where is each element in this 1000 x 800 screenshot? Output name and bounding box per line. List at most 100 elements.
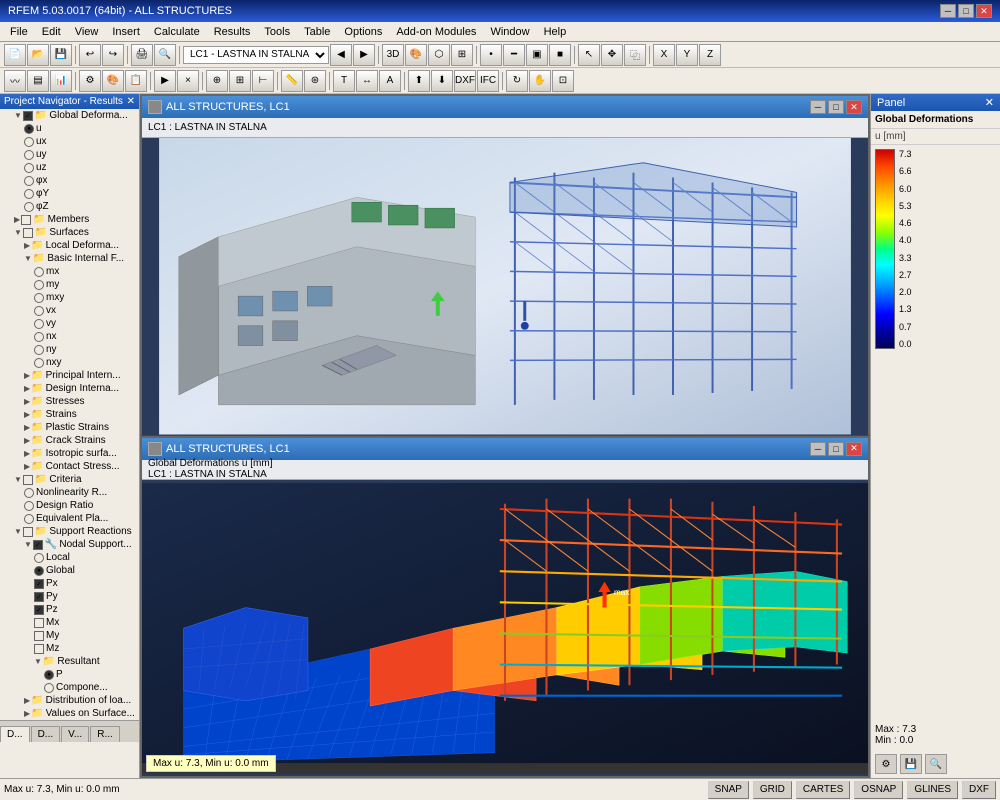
check-pz[interactable]: ✓ (34, 605, 44, 615)
tb-fit[interactable]: ⊡ (552, 70, 574, 92)
tb-member[interactable]: ━ (503, 44, 525, 66)
viewport-top-canvas[interactable] (142, 138, 868, 435)
tb-yview[interactable]: Y (676, 44, 698, 66)
check-criteria[interactable] (23, 475, 33, 485)
tb-text[interactable]: T (333, 70, 355, 92)
tb-settings[interactable]: ⚙ (79, 70, 101, 92)
check-py[interactable]: ✓ (34, 592, 44, 602)
viewport-bottom-canvas[interactable]: max Max u: 7.3, Min u: 0.0 mm (142, 480, 868, 777)
tb-anno[interactable]: A (379, 70, 401, 92)
tree-nxy[interactable]: nxy (0, 356, 139, 369)
tree-isotropic[interactable]: ▶ 📁 Isotropic surfa... (0, 447, 139, 460)
radio-my[interactable] (34, 280, 44, 290)
tb-grid2[interactable]: ⊞ (229, 70, 251, 92)
panel-save-btn[interactable]: 💾 (900, 754, 922, 774)
tb-ortho[interactable]: ⊢ (252, 70, 274, 92)
check-members[interactable] (21, 215, 31, 225)
tb-render[interactable]: 🎨 (405, 44, 427, 66)
tb-undo[interactable]: ↩ (79, 44, 101, 66)
menu-tools[interactable]: Tools (258, 24, 296, 40)
radio-ny[interactable] (34, 345, 44, 355)
tree-ux[interactable]: ux (0, 135, 139, 148)
tree-resultant[interactable]: ▼ 📁 Resultant (0, 655, 139, 668)
tree-ny[interactable]: ny (0, 343, 139, 356)
tb-iso[interactable]: ⊞ (451, 44, 473, 66)
close-button[interactable]: ✕ (976, 4, 992, 18)
panel-zoom-btn[interactable]: 🔍 (925, 754, 947, 774)
tree-stresses[interactable]: ▶ 📁 Stresses (0, 395, 139, 408)
tb-surface[interactable]: ▣ (526, 44, 548, 66)
tree-contact[interactable]: ▶ 📁 Contact Stress... (0, 460, 139, 473)
tb-save[interactable]: 💾 (50, 44, 72, 66)
radio-design-ratio[interactable] (24, 501, 34, 511)
tab-r[interactable]: R... (90, 726, 120, 742)
tb-diagram[interactable]: 📊 (50, 70, 72, 92)
tree-mxr[interactable]: Mx (0, 616, 139, 629)
grid-btn[interactable]: GRID (753, 781, 792, 799)
tree-mxy[interactable]: mxy (0, 291, 139, 304)
tree-py[interactable]: ✓ Py (0, 590, 139, 603)
tb-color[interactable]: 🎨 (102, 70, 124, 92)
check-support[interactable] (23, 527, 33, 537)
tb-copy[interactable]: ⿻ (624, 44, 646, 66)
viewport-bottom-minimize[interactable]: ─ (810, 442, 826, 456)
tab-v[interactable]: V... (61, 726, 89, 742)
viewport-bottom-close[interactable]: ✕ (846, 442, 862, 456)
tb-export[interactable]: ⬆ (408, 70, 430, 92)
radio-vy[interactable] (34, 319, 44, 329)
tb-select[interactable]: ↖ (578, 44, 600, 66)
tab-d1[interactable]: D... (0, 726, 30, 742)
tb-wire[interactable]: ⬡ (428, 44, 450, 66)
menu-addon[interactable]: Add-on Modules (390, 24, 482, 40)
tb-xview[interactable]: X (653, 44, 675, 66)
tb-move[interactable]: ✥ (601, 44, 623, 66)
tree-px[interactable]: ✓ Px (0, 577, 139, 590)
sidebar-close[interactable]: ✕ (127, 96, 135, 107)
radio-nxy[interactable] (34, 358, 44, 368)
tree-p[interactable]: ● P (0, 668, 139, 681)
tree-component[interactable]: Compone... (0, 681, 139, 694)
menu-table[interactable]: Table (298, 24, 336, 40)
radio-p[interactable]: ● (44, 670, 54, 680)
tb-zoom[interactable]: 🔍 (154, 44, 176, 66)
tree-nx[interactable]: nx (0, 330, 139, 343)
radio-component[interactable] (44, 683, 54, 693)
tree-strains[interactable]: ▶ 📁 Strains (0, 408, 139, 421)
glines-btn[interactable]: GLINES (907, 781, 958, 799)
tree-mzr[interactable]: Mz (0, 642, 139, 655)
tree-u[interactable]: ● u (0, 122, 139, 135)
tb-measure[interactable]: 📏 (281, 70, 303, 92)
tree-phiz[interactable]: φZ (0, 200, 139, 213)
tree-support-reactions[interactable]: ▼ 📁 Support Reactions (0, 525, 139, 538)
menu-edit[interactable]: Edit (36, 24, 67, 40)
tb-open[interactable]: 📂 (27, 44, 49, 66)
tree-vx[interactable]: vx (0, 304, 139, 317)
menu-calculate[interactable]: Calculate (148, 24, 206, 40)
tree-nodal-support[interactable]: ▼ ✓ 🔧 Nodal Support... (0, 538, 139, 551)
tb-dxf2[interactable]: DXF (454, 70, 476, 92)
viewport-top-close[interactable]: ✕ (846, 100, 862, 114)
radio-nonlinearity[interactable] (24, 488, 34, 498)
maximize-button[interactable]: □ (958, 4, 974, 18)
tree-basic-internal[interactable]: ▼ 📁 Basic Internal F... (0, 252, 139, 265)
check-surfaces[interactable] (23, 228, 33, 238)
menu-view[interactable]: View (69, 24, 105, 40)
snap-btn[interactable]: SNAP (708, 781, 749, 799)
tb-new[interactable]: 📄 (4, 44, 26, 66)
radio-vx[interactable] (34, 306, 44, 316)
tab-d2[interactable]: D... (31, 726, 61, 742)
menu-file[interactable]: File (4, 24, 34, 40)
viewport-top-minimize[interactable]: ─ (810, 100, 826, 114)
menu-options[interactable]: Options (338, 24, 388, 40)
panel-settings-btn[interactable]: ⚙ (875, 754, 897, 774)
tree-phix[interactable]: φx (0, 174, 139, 187)
tree-distrib[interactable]: ▶ 📁 Distribution of loa... (0, 694, 139, 707)
radio-phix[interactable] (24, 176, 34, 186)
tree-equivalent[interactable]: Equivalent Pla... (0, 512, 139, 525)
tree-values-surface[interactable]: ▶ 📁 Values on Surface... (0, 707, 139, 720)
tree-plastic-strains[interactable]: ▶ 📁 Plastic Strains (0, 421, 139, 434)
osnap-btn[interactable]: OSNAP (854, 781, 903, 799)
radio-ux[interactable] (24, 137, 34, 147)
tb-print[interactable]: 🖨 (131, 44, 153, 66)
tree-phiy[interactable]: φY (0, 187, 139, 200)
